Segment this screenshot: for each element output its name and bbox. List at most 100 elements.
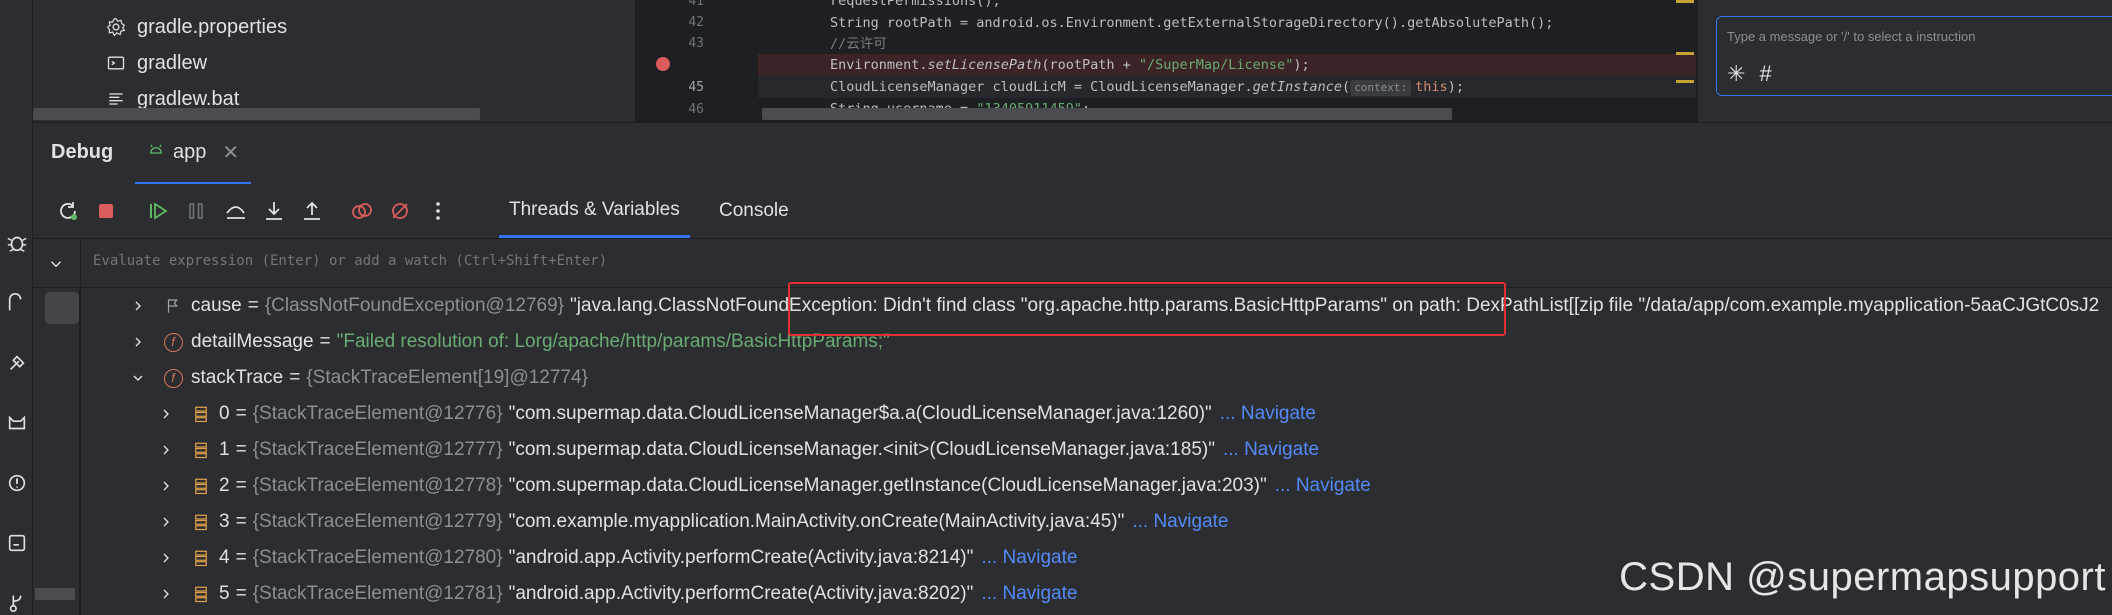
warning-marker[interactable]: [1676, 80, 1694, 83]
breakpoint-icon[interactable]: [656, 57, 670, 71]
navigate-link[interactable]: ... Navigate: [1223, 439, 1319, 461]
terminal-icon: [105, 52, 127, 74]
sparkle-icon[interactable]: ✳: [1727, 61, 1745, 87]
stack-frame-row[interactable]: 0 = {StackTraceElement@12776} "com.super…: [157, 396, 1316, 432]
chevron-right-icon[interactable]: [129, 333, 147, 351]
code-token: "/SuperMap/License": [1138, 57, 1294, 73]
navigate-link[interactable]: ... Navigate: [981, 547, 1077, 569]
frame-type: {StackTraceElement@12778}: [252, 475, 503, 496]
equals-sign: =: [235, 583, 247, 604]
chevron-right-icon[interactable]: [157, 585, 175, 603]
navigate-link[interactable]: ... Navigate: [981, 583, 1077, 605]
chevron-down-icon[interactable]: [129, 369, 147, 387]
view-breakpoints-icon[interactable]: [349, 198, 375, 224]
equals-sign: =: [235, 547, 247, 568]
resume-icon[interactable]: [145, 198, 171, 224]
warning-marker[interactable]: [1676, 52, 1694, 55]
code-line-current: CloudLicenseManager cloudLicM = CloudLic…: [758, 76, 1696, 98]
stack-frame-row[interactable]: 1 = {StackTraceElement@12777} "com.super…: [157, 432, 1319, 468]
tab-console[interactable]: Console: [709, 184, 799, 238]
terminal-tool-icon[interactable]: [0, 528, 33, 558]
frame-type: {StackTraceElement@12781}: [252, 583, 503, 604]
chevron-right-icon[interactable]: [157, 513, 175, 531]
rerun-icon[interactable]: [55, 198, 81, 224]
logcat-tool-icon[interactable]: [0, 408, 33, 438]
frame-type: {StackTraceElement@12777}: [252, 439, 503, 460]
code-token: getInstance: [1252, 79, 1343, 95]
variable-name: cause: [191, 295, 242, 316]
pause-icon[interactable]: [183, 198, 209, 224]
profiler-tool-icon[interactable]: [0, 288, 33, 318]
equals-sign: =: [319, 331, 331, 352]
tree-item-gradle-properties[interactable]: gradle.properties: [105, 10, 287, 44]
chevron-down-icon[interactable]: [45, 253, 67, 275]
frame-value: "com.example.myapplication.MainActivity.…: [508, 511, 1125, 532]
equals-sign: =: [235, 511, 247, 532]
frame-value: "com.supermap.data.CloudLicenseManager$a…: [508, 403, 1212, 424]
tree-item-label: gradlew: [137, 51, 208, 74]
frames-panel: [33, 288, 80, 615]
mute-breakpoints-icon[interactable]: [387, 198, 413, 224]
debug-session-tab[interactable]: app ✕: [135, 123, 252, 185]
line-number: 42: [688, 15, 704, 30]
more-options-icon[interactable]: [425, 198, 451, 224]
variable-type: {StackTraceElement[19]@12774}: [306, 367, 588, 388]
stack-frame-row[interactable]: 4 = {StackTraceElement@12780} "android.a…: [157, 540, 1077, 576]
array-element-icon: [191, 404, 211, 424]
tree-item-label: gradle.properties: [137, 15, 288, 38]
frame-index: 2: [219, 475, 230, 496]
frame-value: "com.supermap.data.CloudLicenseManager.<…: [508, 439, 1215, 460]
close-icon[interactable]: ✕: [222, 140, 239, 165]
stack-frame-row[interactable]: 3 = {StackTraceElement@12779} "com.examp…: [157, 504, 1228, 540]
build-tool-icon[interactable]: [0, 348, 33, 378]
chevron-right-icon[interactable]: [129, 297, 147, 315]
selected-frame[interactable]: [45, 292, 79, 324]
frame-type: {StackTraceElement@12779}: [252, 511, 503, 532]
session-tab-label: app: [173, 141, 207, 163]
variable-row-detail-message[interactable]: f detailMessage = "Failed resolution of:…: [129, 324, 890, 360]
variable-type: {ClassNotFoundException@12769}: [264, 295, 565, 316]
tree-item-gradlew[interactable]: gradlew: [105, 46, 207, 80]
divider: [80, 239, 81, 289]
debug-tool-icon[interactable]: [0, 228, 33, 258]
step-out-icon[interactable]: [299, 198, 325, 224]
flag-icon: [163, 296, 183, 316]
stack-frame-row[interactable]: 5 = {StackTraceElement@12781} "android.a…: [157, 576, 1077, 612]
chevron-right-icon[interactable]: [157, 549, 175, 567]
step-over-icon[interactable]: [223, 198, 249, 224]
code-editor[interactable]: 41 42 43 45 46 requestPermissions(); Str…: [636, 0, 1696, 122]
git-tool-icon[interactable]: [0, 588, 33, 615]
tab-threads-variables[interactable]: Threads & Variables: [499, 184, 690, 238]
parameter-hint: context:: [1350, 80, 1412, 96]
horizontal-scrollbar[interactable]: [762, 108, 1452, 120]
chevron-right-icon[interactable]: [157, 477, 175, 495]
project-tree: gradle.properties gradlew gradlew.bat: [33, 0, 635, 122]
array-element-icon: [191, 512, 211, 532]
stack-frame-row[interactable]: 2 = {StackTraceElement@12778} "com.super…: [157, 468, 1371, 504]
problems-tool-icon[interactable]: [0, 468, 33, 498]
frame-index: 1: [219, 439, 230, 460]
watermark: CSDN @supermapsupport: [1619, 555, 2106, 599]
stop-icon[interactable]: [93, 198, 119, 224]
horizontal-scrollbar[interactable]: [35, 588, 75, 600]
variable-name: detailMessage: [191, 331, 314, 352]
chevron-right-icon[interactable]: [157, 405, 175, 423]
horizontal-scrollbar[interactable]: [33, 108, 480, 120]
warning-marker[interactable]: [1676, 0, 1694, 3]
evaluate-expression-input[interactable]: [93, 253, 993, 269]
navigate-link[interactable]: ... Navigate: [1132, 511, 1228, 533]
navigate-link[interactable]: ... Navigate: [1275, 475, 1371, 497]
navigate-link[interactable]: ... Navigate: [1220, 403, 1316, 425]
step-into-icon[interactable]: [261, 198, 287, 224]
debug-tool-window-header: Debug app ✕: [33, 122, 2112, 185]
line-number: 45: [688, 80, 704, 95]
code-line-breakpoint: Environment.setLicensePath(rootPath + "/…: [758, 54, 1696, 76]
chevron-right-icon[interactable]: [157, 441, 175, 459]
equals-sign: =: [235, 475, 247, 496]
hash-icon[interactable]: #: [1759, 61, 1771, 87]
code-token: );: [1293, 57, 1310, 73]
variable-row-stack-trace[interactable]: f stackTrace = {StackTraceElement[19]@12…: [129, 360, 588, 396]
frame-value: "com.supermap.data.CloudLicenseManager.g…: [508, 475, 1267, 496]
frame-index: 0: [219, 403, 230, 424]
ai-message-input[interactable]: Type a message or '/' to select a instru…: [1716, 16, 2112, 96]
